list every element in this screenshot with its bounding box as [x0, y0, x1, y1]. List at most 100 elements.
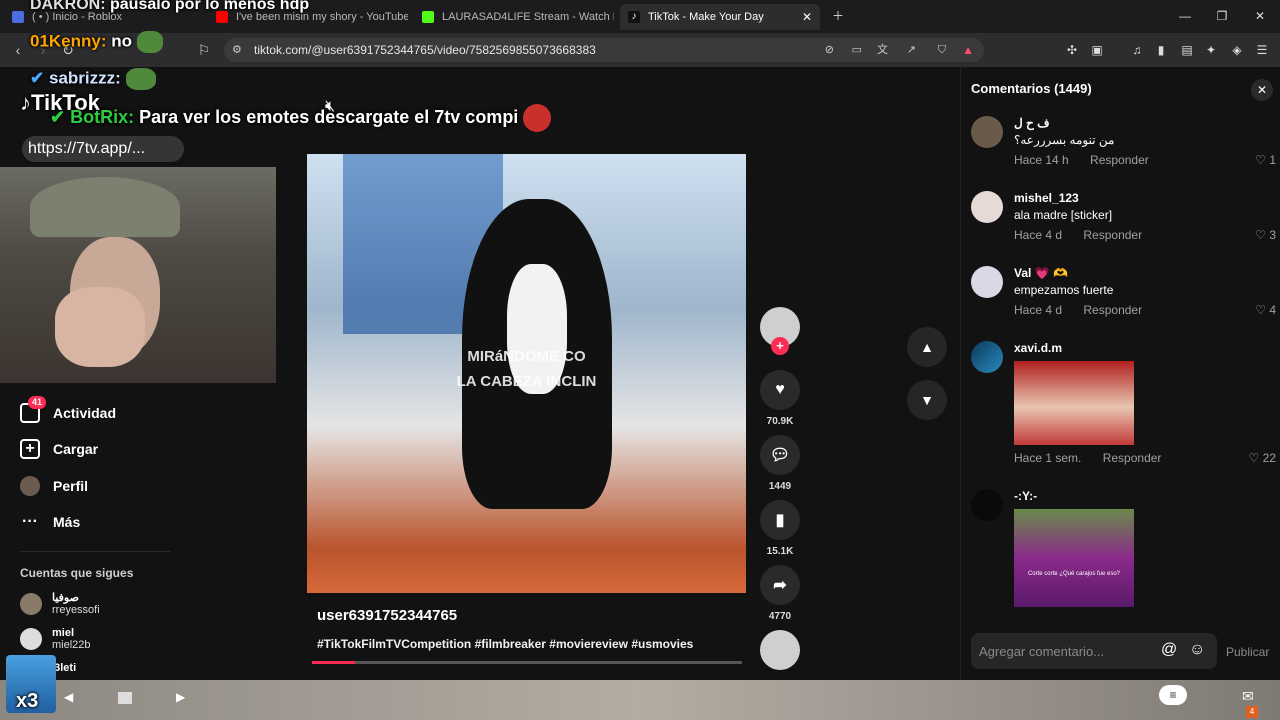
reply-button[interactable]: Responder [1083, 303, 1142, 317]
avatar[interactable] [971, 489, 1003, 521]
screenshot-icon[interactable]: ▣ [1089, 42, 1105, 58]
new-tab-icon[interactable]: ＋ [830, 8, 846, 24]
comment-input-placeholder: Agregar comentario... [979, 644, 1105, 659]
share-count: 4770 [768, 611, 792, 622]
translate-icon[interactable]: 文 [877, 38, 888, 62]
following-name: miel [52, 627, 75, 639]
brave-rewards-icon[interactable]: ▲ [962, 38, 974, 62]
share-icon[interactable]: ↗ [907, 38, 916, 62]
avatar[interactable] [971, 191, 1003, 223]
menu-icon[interactable]: ☰ [1254, 42, 1270, 58]
share-button[interactable]: ➦ 4770 [760, 565, 800, 622]
mute-icon[interactable]: 🔇︎ [325, 98, 335, 116]
mail-icon[interactable]: ✉ [1242, 688, 1254, 705]
video-caption-overlay: MIRáNDOME CO LA CABEZA INCLIN [307, 344, 746, 394]
like-button[interactable]: ♥ 70.9K [760, 370, 800, 427]
link-chip[interactable]: https://7tv.app/... [22, 136, 184, 162]
comment-user[interactable]: ف ح ل [1014, 116, 1050, 130]
comment-meta: Hace 14 h Responder [1014, 153, 1167, 167]
close-comments-icon[interactable]: ✕ [1251, 79, 1273, 101]
extensions-icon[interactable]: ✣ [1064, 42, 1080, 58]
following-handle: rreyessofi [52, 604, 100, 616]
avatar[interactable] [971, 116, 1003, 148]
comment-like-button[interactable]: ♡ 4 [1255, 303, 1276, 317]
wallet-icon[interactable]: ▤ [1179, 42, 1195, 58]
back-icon[interactable]: ‹ [9, 41, 27, 59]
reply-button[interactable]: Responder [1090, 153, 1149, 167]
comment-meta: Hace 4 d Responder [1014, 228, 1160, 242]
minimize-icon[interactable]: — [1177, 8, 1193, 24]
streamer-webcam [0, 167, 276, 383]
save-button[interactable]: ▮ 15.1K [760, 500, 800, 557]
comment-user[interactable]: Val 💗 🫶 [1014, 266, 1068, 280]
filter-icon[interactable]: ≡ [1159, 685, 1187, 705]
following-item[interactable]: miel miel22b [20, 627, 91, 651]
sidebar-icon[interactable]: ▮ [1153, 42, 1169, 58]
site-info-icon[interactable]: ⚙ [232, 38, 242, 62]
publish-button[interactable]: Publicar [1226, 645, 1269, 659]
video-hashtags[interactable]: #TikTokFilmTVCompetition #filmbreaker #m… [317, 637, 693, 651]
music-icon[interactable]: ♫ [1129, 42, 1145, 58]
next-video-button[interactable]: ▼ [907, 380, 947, 420]
comment-like-button[interactable]: ♡ 3 [1255, 228, 1276, 242]
comment-input[interactable]: Agregar comentario... @ ☺ [971, 633, 1217, 669]
comment-user[interactable]: mishel_123 [1014, 191, 1079, 205]
bookmark-icon[interactable]: ⚐ [195, 41, 213, 59]
comment-button[interactable]: 💬︎ 1449 [760, 435, 800, 492]
brave-shield-icon[interactable]: ⛉ [938, 38, 946, 62]
nav-item-activity[interactable]: 41 Actividad [20, 396, 117, 423]
tab-tiktok[interactable]: ♪ TikTok - Make Your Day ✕ [620, 4, 820, 30]
cast-icon[interactable]: ▭ [852, 38, 862, 62]
reply-button[interactable]: Responder [1083, 228, 1142, 242]
tab-kick[interactable]: LAURASAD4LIFE Stream - Watch Live [414, 4, 614, 30]
chevron-up-icon: ▲ [920, 339, 934, 355]
nav-label: Actividad [53, 405, 117, 421]
video-author[interactable]: user6391752344765 [317, 607, 457, 624]
emoji-icon[interactable]: ☺ [1189, 641, 1205, 659]
nav-item-more[interactable]: ··· Más [20, 512, 80, 532]
next-page-icon[interactable]: ▶ [176, 690, 185, 704]
nav-item-upload[interactable]: + Cargar [20, 439, 98, 459]
maximize-icon[interactable]: ❐ [1214, 8, 1230, 24]
comments-title: Comentarios (1449) [971, 81, 1092, 96]
avatar[interactable] [971, 266, 1003, 298]
comment-sticker-image[interactable]: Corte corte ¿Qué carajos fue eso? [1014, 509, 1134, 607]
caption-line: LA CABEZA INCLIN [456, 373, 597, 390]
chat-message: ✔ sabrizzz: [30, 68, 156, 90]
nav-item-profile[interactable]: Perfil [20, 476, 88, 496]
comment-user[interactable]: -:Y:- [1014, 489, 1037, 503]
previous-video-button[interactable]: ▲ [907, 327, 947, 367]
vpn-icon[interactable]: ◈ [1229, 42, 1245, 58]
comment-like-button[interactable]: ♡ 1 [1255, 153, 1276, 167]
music-disc-button[interactable] [760, 630, 800, 670]
author-avatar-button[interactable]: + [760, 307, 800, 355]
verified-check-icon: ✔ [50, 106, 66, 127]
comment-sticker-image[interactable] [1014, 361, 1134, 445]
mention-icon[interactable]: @ [1161, 641, 1177, 659]
address-bar[interactable]: ⚙ tiktok.com/@user6391752344765/video/75… [224, 38, 984, 62]
following-item[interactable]: صوفيا rreyessofi [20, 591, 100, 616]
tiktok-note-icon: ♪ [20, 90, 31, 115]
pepe-emote-icon [136, 31, 163, 53]
comment-like-button[interactable]: ♡ 22 [1249, 451, 1276, 465]
close-tab-icon[interactable]: ✕ [802, 10, 812, 24]
comment-text: من تنومه بسرررعه؟ [1014, 133, 1115, 147]
sticker-caption: Corte corte ¿Qué carajos fue eso? [1027, 571, 1121, 577]
scroll-thumb[interactable] [118, 692, 132, 704]
heart-icon: ♥ [760, 370, 800, 410]
leo-ai-icon[interactable]: ✦ [1203, 42, 1219, 58]
following-title: Cuentas que sigues [20, 566, 134, 580]
kick-tab-icon [422, 11, 434, 23]
video-progress-track[interactable] [312, 661, 742, 664]
chat-text: pausalo por lo menos hdp [110, 0, 310, 13]
like-count: 1 [1269, 153, 1276, 167]
close-window-icon[interactable]: ✕ [1252, 8, 1268, 24]
camera-off-icon[interactable]: ⊘ [825, 38, 834, 62]
avatar[interactable] [971, 341, 1003, 373]
comment-user[interactable]: xavi.d.m [1014, 341, 1062, 355]
prev-page-icon[interactable]: ◀ [64, 690, 73, 704]
comment-item: Val 💗 🫶 empezamos fuerte Hace 4 d Respon… [971, 266, 1276, 326]
video-player[interactable]: MIRáNDOME CO LA CABEZA INCLIN [307, 154, 746, 593]
follow-plus-icon[interactable]: + [771, 337, 789, 355]
reply-button[interactable]: Responder [1103, 451, 1162, 465]
